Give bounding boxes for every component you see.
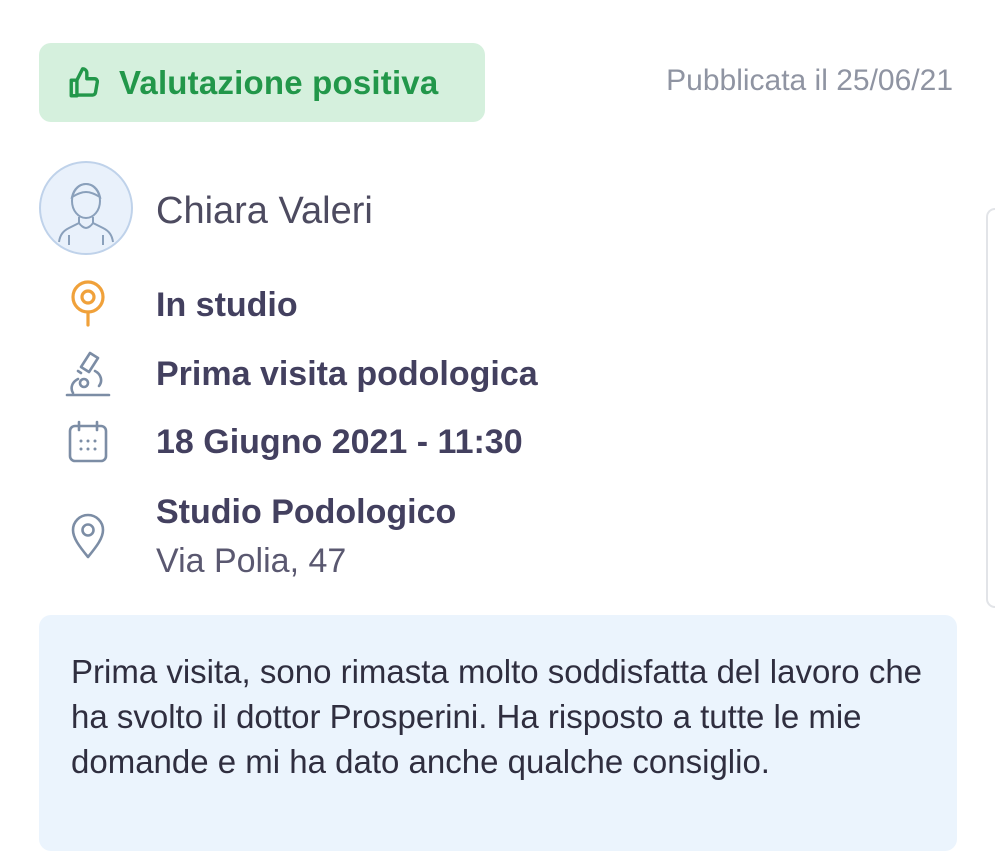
- service-text: Prima visita podologica: [156, 355, 538, 393]
- review-box: Prima visita, sono rimasta molto soddisf…: [39, 615, 957, 851]
- location-address: Via Polia, 47: [156, 542, 347, 580]
- date-text: 18 Giugno 2021 - 11:30: [156, 423, 523, 461]
- calendar-icon: [62, 416, 114, 468]
- service-row: Prima visita podologica: [0, 344, 995, 404]
- microscope-icon: [62, 348, 114, 400]
- published-date: Pubblicata il 25/06/21: [666, 64, 953, 97]
- date-row: 18 Giugno 2021 - 11:30: [0, 412, 995, 472]
- rating-label: Valutazione positiva: [119, 63, 439, 101]
- location-name: Studio Podologico: [156, 493, 457, 531]
- rating-badge: Valutazione positiva: [39, 43, 485, 122]
- thumbs-up-icon: [67, 66, 101, 100]
- pin-icon: [62, 278, 114, 330]
- scrollbar[interactable]: [986, 208, 995, 608]
- visit-mode-row: In studio: [0, 276, 995, 336]
- user-avatar-icon: [39, 161, 133, 255]
- reviewer-name: Chiara Valeri: [156, 190, 373, 232]
- location-icon: [62, 510, 114, 562]
- location-row: Studio Podologico Via Polia, 47: [0, 488, 995, 588]
- visit-mode-text: In studio: [156, 286, 298, 324]
- review-text: Prima visita, sono rimasta molto soddisf…: [71, 653, 923, 780]
